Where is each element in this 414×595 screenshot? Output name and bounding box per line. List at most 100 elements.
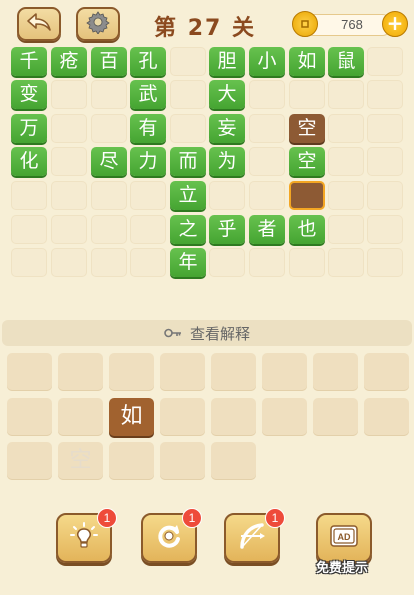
tray-empty-slot[interactable] — [313, 398, 358, 436]
tray-empty-slot[interactable] — [211, 353, 256, 391]
tray-empty-slot[interactable] — [7, 442, 52, 480]
board-cell-filled[interactable]: 立 — [170, 181, 206, 210]
level-title: 第 27 关 — [154, 16, 256, 41]
tray-empty-slot[interactable] — [160, 398, 205, 436]
board-cell-filled[interactable]: 为 — [209, 147, 245, 176]
board-cell-filled[interactable]: 胆 — [209, 47, 245, 76]
board-cell-filled[interactable]: 空 — [289, 114, 325, 143]
board-cell-empty — [249, 80, 285, 109]
tray-empty-slot[interactable] — [313, 353, 358, 391]
board-cell-filled[interactable]: 尽 — [91, 147, 127, 176]
board-cell-empty — [367, 215, 403, 244]
board-cell-empty — [367, 248, 403, 277]
board-cell-filled[interactable]: 孔 — [130, 47, 166, 76]
tray-char-tile[interactable]: 如 — [109, 398, 154, 436]
settings-gear-icon — [86, 10, 110, 38]
tray-empty-slot[interactable] — [364, 353, 409, 391]
tray-empty-slot[interactable] — [109, 353, 154, 391]
board-cell-empty — [328, 248, 364, 277]
board-cell-filled[interactable]: 妄 — [209, 114, 245, 143]
lightbulb-hint-button[interactable]: 1 — [56, 508, 117, 563]
board-cell-empty — [51, 147, 87, 176]
board-cell-filled[interactable]: 年 — [170, 248, 206, 277]
tray-used-slot[interactable]: 空 — [58, 442, 103, 480]
settings-button[interactable] — [76, 7, 120, 41]
tray-empty-slot[interactable] — [364, 398, 409, 436]
key-icon — [164, 327, 182, 339]
board-cell-empty — [249, 114, 285, 143]
bow-arrow-button[interactable]: 1 — [224, 508, 285, 563]
tray-empty-slot[interactable] — [109, 442, 154, 480]
board-cell-empty — [170, 47, 206, 76]
puzzle-board: 千疮百孔胆小如鼠变武大万有妄空化尽力而为空立之乎者也年 — [11, 47, 405, 320]
tray-empty-slot[interactable] — [160, 353, 205, 391]
free-hint-label: 免费提示 — [315, 561, 368, 576]
board-cell-empty — [367, 47, 403, 76]
view-explanation-label: 查看解释 — [189, 324, 250, 343]
coin-icon — [292, 11, 318, 37]
add-coins-button[interactable]: + — [382, 11, 408, 37]
board-cell-empty — [367, 114, 403, 143]
board-cell-filled[interactable]: 化 — [11, 147, 47, 176]
tray-empty-slot[interactable] — [211, 398, 256, 436]
svg-text:AD: AD — [338, 532, 351, 542]
view-explanation-bar[interactable]: 查看解释 — [2, 320, 412, 346]
board-cell-empty — [91, 114, 127, 143]
board-cell-empty — [51, 114, 87, 143]
board-cell-empty — [328, 114, 364, 143]
board-cell-filled[interactable]: 如 — [289, 47, 325, 76]
board-cell-empty — [130, 215, 166, 244]
refresh-button[interactable]: 1 — [141, 508, 202, 563]
tray-empty-slot[interactable] — [58, 398, 103, 436]
tray-empty-slot[interactable] — [7, 398, 52, 436]
tray-empty-slot[interactable] — [7, 353, 52, 391]
board-cell-filled[interactable]: 空 — [289, 147, 325, 176]
board-cell-filled[interactable]: 力 — [130, 147, 166, 176]
refresh-badge: 1 — [182, 508, 202, 528]
board-cell-empty — [328, 215, 364, 244]
board-cell-empty — [11, 215, 47, 244]
board-cell-empty — [170, 114, 206, 143]
board-cell-empty — [249, 181, 285, 210]
board-cell-empty — [51, 248, 87, 277]
board-cell-filled[interactable]: 武 — [130, 80, 166, 109]
board-cell-filled[interactable]: 鼠 — [328, 47, 364, 76]
tray-empty-slot[interactable] — [262, 353, 307, 391]
board-cell-empty — [51, 80, 87, 109]
board-cell-filled[interactable]: 者 — [249, 215, 285, 244]
board-cell-empty — [328, 80, 364, 109]
tray-empty-slot[interactable] — [262, 398, 307, 436]
coin-value: 768 — [341, 17, 363, 32]
tray-empty-slot[interactable] — [58, 353, 103, 391]
board-cell-filled[interactable]: 小 — [249, 47, 285, 76]
board-cell-empty — [328, 147, 364, 176]
board-cell-filled[interactable]: 有 — [130, 114, 166, 143]
board-cell-filled[interactable]: 之 — [170, 215, 206, 244]
board-cell-filled[interactable]: 也 — [289, 215, 325, 244]
top-bar: 第 27 关 768 + — [0, 0, 414, 46]
board-cell-empty — [289, 80, 325, 109]
free-hint-ad-button[interactable]: AD — [316, 513, 372, 563]
board-cell-empty — [130, 181, 166, 210]
board-cell-empty — [328, 181, 364, 210]
board-cell-empty — [367, 181, 403, 210]
board-cell-filled[interactable]: 变 — [11, 80, 47, 109]
board-cell-filled[interactable]: 疮 — [51, 47, 87, 76]
board-cell-empty — [367, 80, 403, 109]
board-cell-filled[interactable]: 而 — [170, 147, 206, 176]
board-cell-filled[interactable]: 乎 — [209, 215, 245, 244]
board-cell-empty — [91, 181, 127, 210]
board-cell-filled[interactable]: 千 — [11, 47, 47, 76]
board-cell-filled[interactable]: 万 — [11, 114, 47, 143]
answer-target-cell[interactable] — [289, 181, 325, 210]
tray-empty-slot[interactable] — [160, 442, 205, 480]
board-cell-filled[interactable]: 大 — [209, 80, 245, 109]
board-cell-empty — [249, 147, 285, 176]
back-button[interactable] — [17, 7, 61, 41]
board-cell-filled[interactable]: 百 — [91, 47, 127, 76]
character-tray: 如空 — [7, 353, 409, 483]
board-cell-empty — [91, 215, 127, 244]
board-cell-empty — [289, 248, 325, 277]
board-cell-empty — [51, 215, 87, 244]
tray-empty-slot[interactable] — [211, 442, 256, 480]
